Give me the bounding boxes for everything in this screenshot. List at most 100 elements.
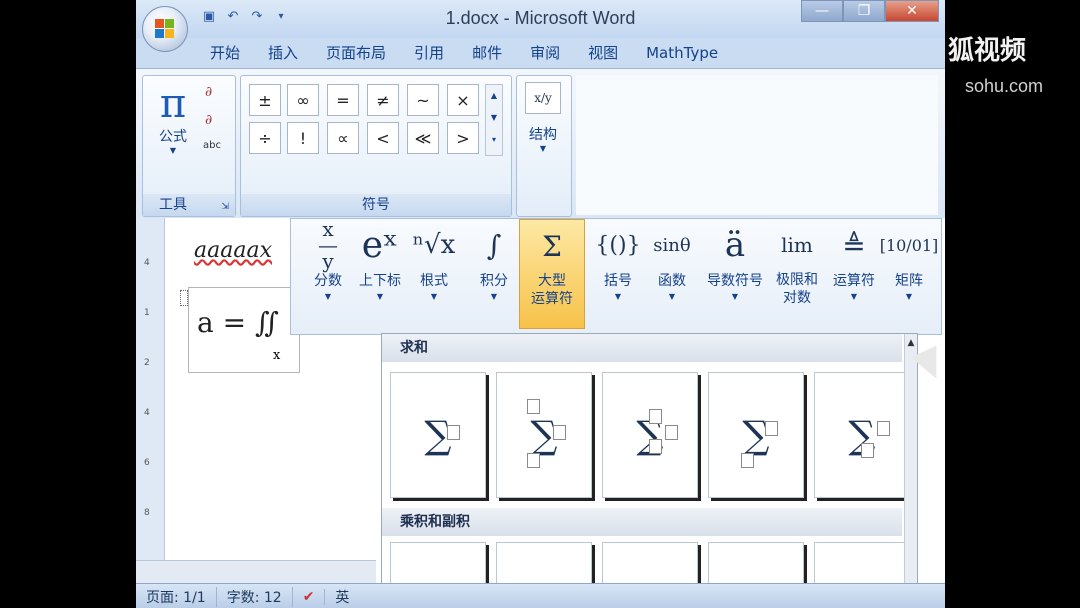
placeholder-box xyxy=(741,453,754,468)
chevron-down-icon: ▼ xyxy=(490,292,498,301)
watermark-brand: 狐视频 xyxy=(948,36,1027,66)
structures-dropdown-bar: x — y 分数 ▼ eˣ 上下标 ▼ ⁿ√x 根式 ▼ ∫ 积分 ▼ Σ 大型 运… xyxy=(290,218,942,335)
structure-function[interactable]: sinθ 函数 ▼ xyxy=(641,219,703,327)
structure-operator[interactable]: ≜ 运算符 ▼ xyxy=(825,219,883,327)
matrix-label: 矩阵 xyxy=(895,273,923,289)
radical-icon: ⁿ√x xyxy=(412,230,456,260)
structure-button[interactable]: x/y 结构 ▼ xyxy=(521,82,565,182)
symbol-proportional[interactable]: ∝ xyxy=(327,122,359,154)
gallery-item-sum-sub[interactable]: ∑ xyxy=(814,372,910,498)
symbols-scroll[interactable]: ▲ ▼ ▾ xyxy=(485,84,503,156)
gallery-item-sum-sub-sup[interactable]: ∑ xyxy=(602,372,698,498)
limit-icon: lim xyxy=(781,233,813,257)
normal-text-icon[interactable]: abc xyxy=(203,140,221,151)
placeholder-box xyxy=(527,399,540,414)
tab-references[interactable]: 引用 xyxy=(400,40,458,66)
scroll-up-icon[interactable]: ▲ xyxy=(905,338,917,348)
symbol-tilde[interactable]: ~ xyxy=(407,84,439,116)
integral-label: 积分 xyxy=(480,273,508,289)
large-operator-label-2: 运算符 xyxy=(531,291,573,307)
gallery-item-sum-limits[interactable]: ∑ xyxy=(496,372,592,498)
chevron-down-icon: ▼ xyxy=(376,292,384,301)
chevron-down-icon: ▼ xyxy=(668,292,676,301)
equation-button[interactable]: π 公式 ▼ xyxy=(149,82,197,178)
tab-review[interactable]: 审阅 xyxy=(516,40,574,66)
gallery-section-summation: 求和 xyxy=(382,334,902,362)
tab-view[interactable]: 视图 xyxy=(574,40,632,66)
close-icon[interactable]: ✕ xyxy=(885,0,939,22)
bracket-label: 括号 xyxy=(604,273,632,289)
placeholder-box xyxy=(553,425,566,440)
symbol-plus-minus[interactable]: ± xyxy=(249,84,281,116)
document-text-line[interactable]: aaaaax xyxy=(194,238,272,263)
gallery-item-sum[interactable]: ∑ xyxy=(390,372,486,498)
equation-handle[interactable] xyxy=(180,290,188,306)
structure-icon: x/y xyxy=(525,82,561,114)
structure-large-operator[interactable]: Σ 大型 运算符 xyxy=(519,219,585,329)
horizontal-scrollbar[interactable] xyxy=(136,560,376,583)
structure-accent[interactable]: ä 导数符号 ▼ xyxy=(697,219,773,327)
tab-home[interactable]: 开始 xyxy=(196,40,254,66)
restore-icon[interactable]: ❐ xyxy=(843,0,885,22)
tab-insert[interactable]: 插入 xyxy=(254,40,312,66)
ribbon-tabs: 开始 插入 页面布局 引用 邮件 审阅 视图 MathType xyxy=(196,40,732,66)
gallery-section-products: 乘积和副积 xyxy=(382,508,902,536)
placeholder-box xyxy=(447,425,460,440)
structure-matrix[interactable]: [10/01] 矩阵 ▼ xyxy=(879,219,939,327)
accent-icon: ä xyxy=(724,225,746,265)
placeholder-box xyxy=(877,421,890,436)
pi-icon: π xyxy=(159,81,187,127)
structure-radical[interactable]: ⁿ√x 根式 ▼ xyxy=(403,219,465,327)
placeholder-box xyxy=(765,421,778,436)
equation-label: 公式 xyxy=(159,129,187,145)
symbol-divide[interactable]: ÷ xyxy=(249,122,281,154)
integral-icon: ∫ xyxy=(486,228,502,262)
function-label: 函数 xyxy=(658,273,686,289)
symbol-times[interactable]: × xyxy=(447,84,479,116)
status-bar: 页面: 1/1 字数: 12 ✔ 英 xyxy=(136,583,945,608)
status-page[interactable]: 页面: 1/1 xyxy=(136,586,217,607)
symbol-greater-than[interactable]: > xyxy=(447,122,479,154)
structure-bracket[interactable]: {()} 括号 ▼ xyxy=(587,219,649,327)
tab-mathtype[interactable]: MathType xyxy=(632,40,732,66)
ribbon: π 公式 ▼ ∂ ∂ abc 工具 ⇲ ± ∞ = ≠ ~ × ÷ ! ∝ < … xyxy=(136,68,945,219)
word-window: ▣ ↶ ↷ ▾ 1.docx - Microsoft Word — ❐ ✕ 开始… xyxy=(136,0,945,608)
symbols-group: ± ∞ = ≠ ~ × ÷ ! ∝ < ≪ > ▲ ▼ ▾ 符号 xyxy=(240,75,512,217)
placeholder-box xyxy=(527,453,540,468)
dialog-launcher-icon[interactable]: ⇲ xyxy=(221,202,229,212)
symbol-factorial[interactable]: ! xyxy=(287,122,319,154)
chevron-down-icon: ▼ xyxy=(731,292,739,301)
tab-mailings[interactable]: 邮件 xyxy=(458,40,516,66)
symbol-not-equal[interactable]: ≠ xyxy=(367,84,399,116)
sigma-icon: Σ xyxy=(542,229,562,263)
symbol-infinity[interactable]: ∞ xyxy=(287,84,319,116)
status-language[interactable]: 英 xyxy=(325,587,359,607)
structure-group: x/y 结构 ▼ xyxy=(516,75,572,217)
structure-label: 结构 xyxy=(529,127,557,143)
function-icon: sinθ xyxy=(653,234,691,256)
gallery-scrollbar[interactable]: ▲ ▼ xyxy=(904,334,917,602)
vertical-ruler: 412 468 xyxy=(136,218,165,563)
structure-limit-log[interactable]: lim 极限和 对数 xyxy=(769,219,825,327)
symbol-much-less[interactable]: ≪ xyxy=(407,122,439,154)
placeholder-box xyxy=(861,443,874,458)
structure-script[interactable]: eˣ 上下标 ▼ xyxy=(349,219,411,327)
chevron-down-icon: ▼ xyxy=(850,292,858,301)
tab-page-layout[interactable]: 页面布局 xyxy=(312,40,400,66)
linear-format-icon[interactable]: ∂ xyxy=(205,112,212,128)
symbol-less-than[interactable]: < xyxy=(367,122,399,154)
script-icon: eˣ xyxy=(361,224,399,266)
minimize-icon[interactable]: — xyxy=(801,0,843,22)
gallery-item-sum-lower[interactable]: ∑ xyxy=(708,372,804,498)
bracket-icon: {()} xyxy=(595,232,641,258)
equation-box[interactable]: a = ∬ x xyxy=(188,287,300,373)
office-button[interactable] xyxy=(142,6,188,52)
placeholder-box xyxy=(649,409,662,424)
operator-icon: ≜ xyxy=(842,228,866,262)
symbol-equals[interactable]: = xyxy=(327,84,359,116)
professional-format-icon[interactable]: ∂ xyxy=(205,84,212,100)
structure-integral[interactable]: ∫ 积分 ▼ xyxy=(463,219,525,327)
matrix-icon: [10/01] xyxy=(879,235,939,255)
spelling-icon[interactable]: ✔ xyxy=(293,588,326,605)
status-words[interactable]: 字数: 12 xyxy=(217,586,293,607)
